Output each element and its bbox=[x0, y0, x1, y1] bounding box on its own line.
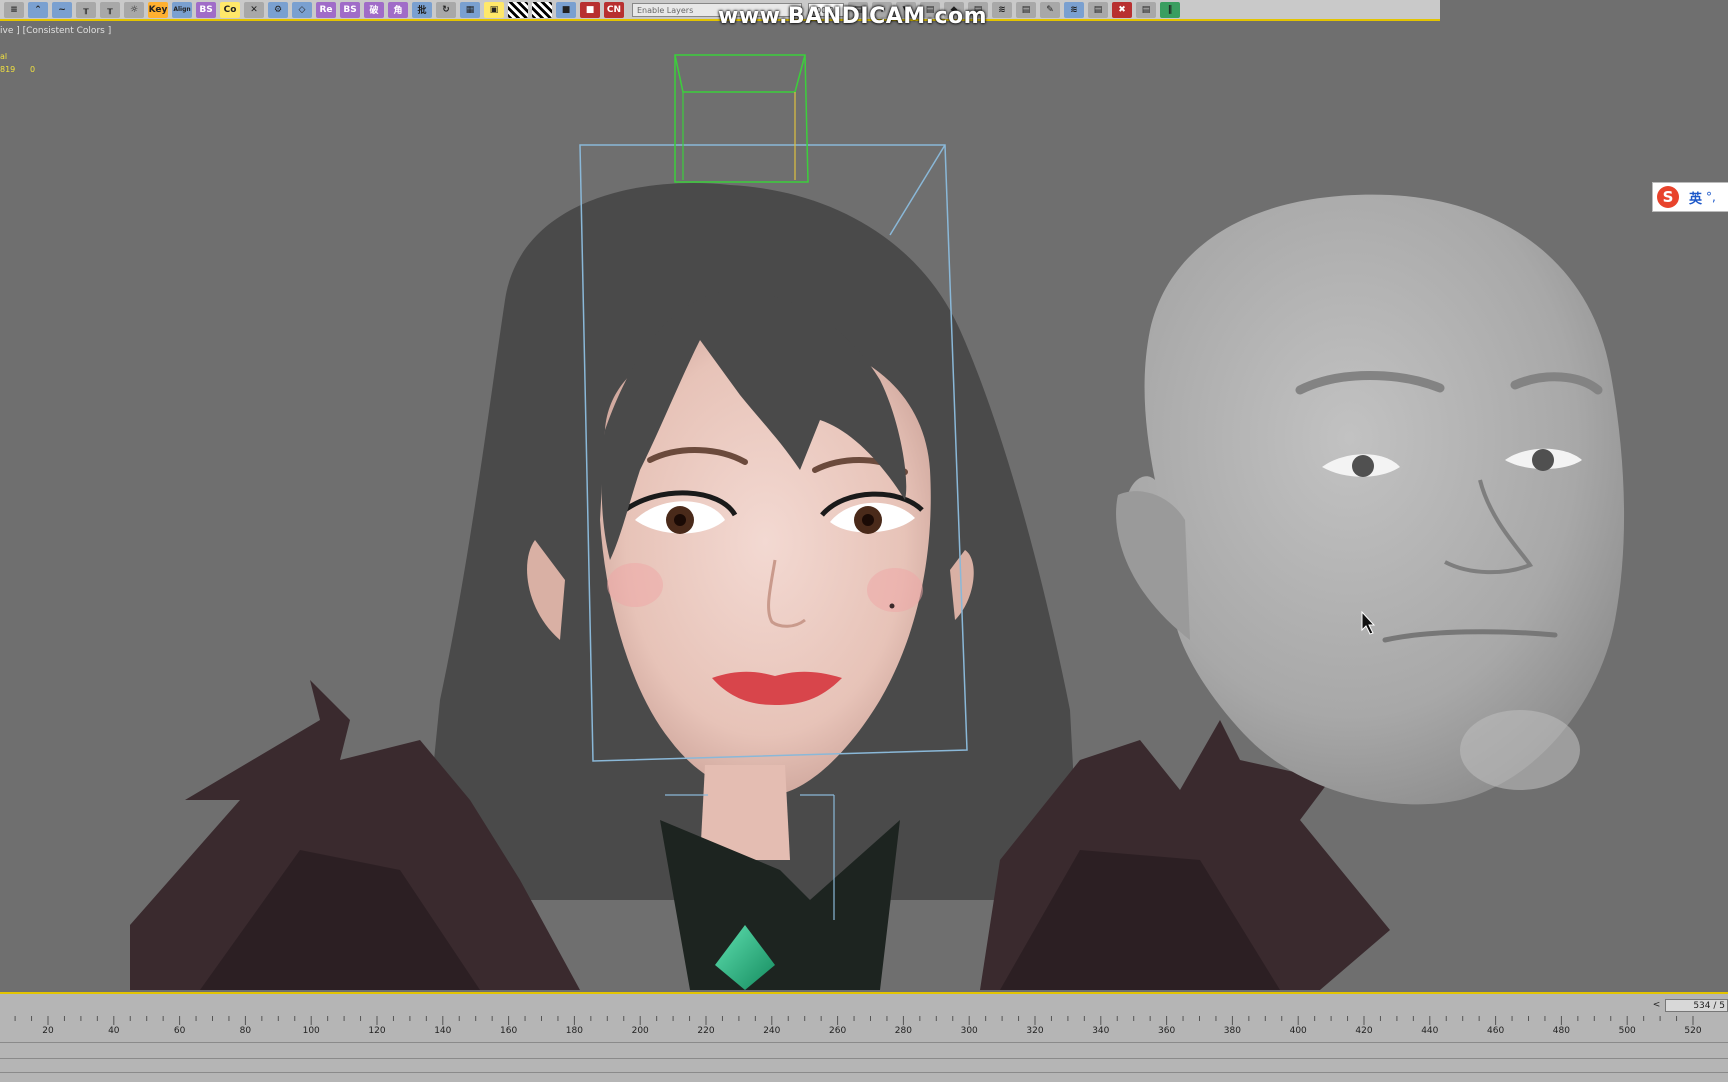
timeline-tick-label: 60 bbox=[173, 1026, 186, 1036]
layer-manager-icon[interactable]: ≋ bbox=[1064, 1, 1084, 18]
link-icon[interactable]: ~ bbox=[52, 1, 72, 18]
timeline-tick-label: 340 bbox=[1092, 1026, 1110, 1036]
box-icon[interactable]: ■ bbox=[580, 1, 600, 18]
timeline-tick-label: 80 bbox=[239, 1026, 252, 1036]
bs-button[interactable]: BS bbox=[196, 1, 216, 18]
sogou-logo-icon: S bbox=[1657, 186, 1679, 208]
picture-icon[interactable]: ▣ bbox=[484, 1, 504, 18]
layer-hide-icon[interactable]: ▤ bbox=[1016, 1, 1036, 18]
timeline-tick-label: 380 bbox=[1223, 1026, 1241, 1036]
prev-frame-button[interactable]: < bbox=[1650, 999, 1663, 1012]
timeline-tick-label: 100 bbox=[302, 1026, 320, 1036]
align-button[interactable]: Align bbox=[172, 1, 192, 18]
timeline-tick-label: 420 bbox=[1355, 1026, 1373, 1036]
timeline-tick-label: 480 bbox=[1552, 1026, 1570, 1036]
delete-icon[interactable]: ✖ bbox=[1112, 1, 1132, 18]
timeline-tick-label: 260 bbox=[829, 1026, 847, 1036]
bs2-button[interactable]: BS bbox=[340, 1, 360, 18]
timeline-tick-label: 140 bbox=[434, 1026, 452, 1036]
track-divider bbox=[0, 1072, 1728, 1073]
timeline-tick-label: 360 bbox=[1158, 1026, 1176, 1036]
timeline-tick-label: 460 bbox=[1487, 1026, 1505, 1036]
layer-freeze-icon[interactable]: ✎ bbox=[1040, 1, 1060, 18]
checker-icon[interactable] bbox=[508, 1, 528, 18]
timeline-ruler[interactable]: 20 40 60 80 100 120 140 160 180 200 220 240 260 280 30… bbox=[0, 1016, 1728, 1038]
gray-head-model[interactable] bbox=[1116, 194, 1625, 805]
timeline-tick-label: 20 bbox=[42, 1026, 54, 1036]
render-icon[interactable]: ☼ bbox=[124, 1, 144, 18]
ime-toolbar[interactable]: S 英 °, bbox=[1652, 182, 1728, 212]
co-button[interactable]: Co bbox=[220, 1, 240, 18]
timeline-tick-label: 200 bbox=[631, 1026, 649, 1036]
track-divider bbox=[0, 1042, 1728, 1043]
ime-language-toggle[interactable]: 英 bbox=[1689, 188, 1702, 207]
timeline-tick-label: 40 bbox=[108, 1026, 120, 1036]
track-divider bbox=[0, 1058, 1728, 1059]
timeline-tick-label: 220 bbox=[697, 1026, 715, 1036]
timeline-tick-label: 520 bbox=[1684, 1026, 1702, 1036]
gradient-icon[interactable]: ▦ bbox=[460, 1, 480, 18]
layer-stack-icon[interactable]: ≋ bbox=[992, 1, 1012, 18]
timeline-tick-label: 500 bbox=[1618, 1026, 1636, 1036]
layer-props-icon[interactable]: ▤ bbox=[1088, 1, 1108, 18]
layer-extra-icon[interactable]: ▤ bbox=[1136, 1, 1156, 18]
timeline-tick-label: 180 bbox=[565, 1026, 583, 1036]
cn-button[interactable]: CN bbox=[604, 1, 624, 18]
timeline-tick-label: 120 bbox=[368, 1026, 386, 1036]
graph-icon[interactable]: ‖ bbox=[1160, 1, 1180, 18]
gear-icon[interactable]: ⚙ bbox=[268, 1, 288, 18]
group-icon[interactable]: ╥ bbox=[100, 1, 120, 18]
shield-icon[interactable]: ◇ bbox=[292, 1, 312, 18]
bone-icon[interactable]: ✕ bbox=[244, 1, 264, 18]
cube-icon[interactable]: ■ bbox=[556, 1, 576, 18]
select-icon[interactable]: ⌃ bbox=[28, 1, 48, 18]
rotate-icon[interactable]: ↻ bbox=[436, 1, 456, 18]
bind-icon[interactable]: ╥ bbox=[76, 1, 96, 18]
angle-icon[interactable]: 角 bbox=[388, 1, 408, 18]
timeline-tick-label: 280 bbox=[894, 1026, 912, 1036]
timeline-tick-label: 160 bbox=[500, 1026, 518, 1036]
key-button[interactable]: Key bbox=[148, 1, 168, 18]
timeline-panel[interactable]: < 534 / 5 20 40 60 80 100 120 140 160 180 200 220 2… bbox=[0, 992, 1728, 1082]
timeline-tick-label: 240 bbox=[763, 1026, 781, 1036]
rename-button[interactable]: Re bbox=[316, 1, 336, 18]
viewport-scene[interactable] bbox=[0, 21, 1728, 992]
menu-icon[interactable]: ≡ bbox=[4, 1, 24, 18]
timeline-tick-label: 400 bbox=[1289, 1026, 1307, 1036]
batch-icon[interactable]: 批 bbox=[412, 1, 432, 18]
timeline-tick-label: 300 bbox=[960, 1026, 978, 1036]
frame-counter[interactable]: 534 / 5 bbox=[1665, 999, 1728, 1012]
checker2-icon[interactable] bbox=[532, 1, 552, 18]
timeline-tick-label: 320 bbox=[1026, 1026, 1044, 1036]
timeline-tick-label: 440 bbox=[1421, 1026, 1439, 1036]
ime-punctuation-toggle[interactable]: °, bbox=[1706, 190, 1716, 204]
break-icon[interactable]: 破 bbox=[364, 1, 384, 18]
